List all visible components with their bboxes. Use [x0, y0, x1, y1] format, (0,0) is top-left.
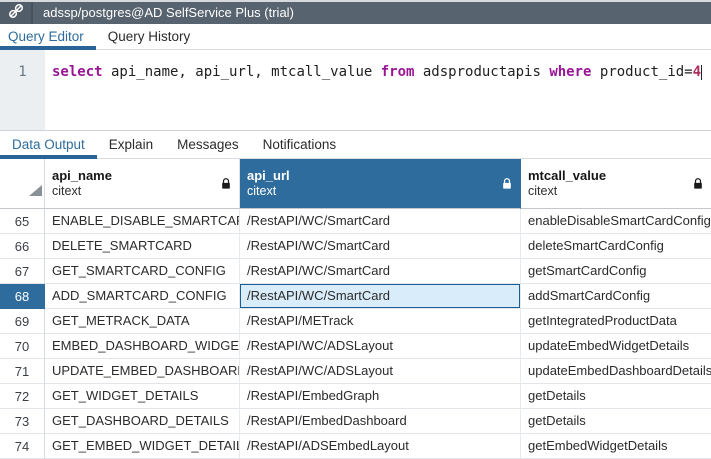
table-row: 66DELETE_SMARTCARD/RestAPI/WC/SmartCardd…	[0, 234, 711, 259]
row-number[interactable]: 67	[0, 259, 45, 284]
cell-api-name[interactable]: GET_SMARTCARD_CONFIG	[45, 259, 240, 284]
line-number-gutter: 1	[0, 50, 45, 130]
lock-icon	[693, 177, 703, 190]
cell-api-url[interactable]: /RestAPI/EmbedDashboard	[240, 409, 521, 434]
cell-mtcall-value[interactable]: getDetails	[521, 409, 711, 434]
table-row: 72GET_WIDGET_DETAILS/RestAPI/EmbedGraphg…	[0, 384, 711, 409]
cell-api-name[interactable]: EMBED_DASHBOARD_WIDGET	[45, 334, 240, 359]
select-all-corner[interactable]	[0, 159, 45, 209]
column-header-mtcall-value[interactable]: mtcall_valuecitext	[521, 159, 711, 209]
cell-mtcall-value[interactable]: addSmartCardConfig	[521, 284, 711, 309]
cell-api-url[interactable]: /RestAPI/WC/SmartCard	[240, 234, 521, 259]
grid-body: 65ENABLE_DISABLE_SMARTCARD/RestAPI/WC/Sm…	[0, 209, 711, 459]
tab-data-output[interactable]: Data Output	[0, 131, 97, 158]
table-row: 67GET_SMARTCARD_CONFIG/RestAPI/WC/SmartC…	[0, 259, 711, 284]
cell-api-url[interactable]: /RestAPI/WC/SmartCard	[240, 284, 521, 309]
disconnected-link-icon	[7, 2, 25, 25]
table-row: 68ADD_SMARTCARD_CONFIG/RestAPI/WC/SmartC…	[0, 284, 711, 309]
cell-api-url[interactable]: /RestAPI/WC/SmartCard	[240, 259, 521, 284]
column-type: citext	[528, 184, 606, 199]
results-grid: api_namecitextapi_urlcitextmtcall_valuec…	[0, 159, 711, 459]
tab-query-editor[interactable]: Query Editor	[0, 24, 96, 49]
row-number[interactable]: 74	[0, 434, 45, 459]
row-number[interactable]: 71	[0, 359, 45, 384]
cell-api-url[interactable]: /RestAPI/WC/ADSLayout	[240, 359, 521, 384]
row-number[interactable]: 66	[0, 234, 45, 259]
cell-api-name[interactable]: ENABLE_DISABLE_SMARTCARD	[45, 209, 240, 234]
lock-icon	[221, 177, 231, 190]
connection-title-bar: adssp/postgres@AD SelfService Plus (tria…	[0, 2, 711, 24]
cell-api-url[interactable]: /RestAPI/WC/SmartCard	[240, 209, 521, 234]
row-number[interactable]: 73	[0, 409, 45, 434]
cell-mtcall-value[interactable]: enableDisableSmartCardConfig	[521, 209, 711, 234]
cell-api-name[interactable]: GET_METRACK_DATA	[45, 309, 240, 334]
cell-mtcall-value[interactable]: getSmartCardConfig	[521, 259, 711, 284]
row-number[interactable]: 65	[0, 209, 45, 234]
query-tabs: Query EditorQuery History	[0, 24, 711, 50]
sql-editor[interactable]: 1 select api_name, api_url, mtcall_value…	[0, 50, 711, 131]
column-header-api-name[interactable]: api_namecitext	[45, 159, 240, 209]
row-number[interactable]: 70	[0, 334, 45, 359]
row-number[interactable]: 68	[0, 284, 45, 309]
table-row: 73GET_DASHBOARD_DETAILS/RestAPI/EmbedDas…	[0, 409, 711, 434]
tab-query-history[interactable]: Query History	[96, 24, 203, 49]
cell-mtcall-value[interactable]: getEmbedWidgetDetails	[521, 434, 711, 459]
row-number[interactable]: 69	[0, 309, 45, 334]
sql-tokens: select api_name, api_url, mtcall_value f…	[52, 64, 701, 80]
table-row: 71UPDATE_EMBED_DASHBOARD_D.../RestAPI/WC…	[0, 359, 711, 384]
cell-mtcall-value[interactable]: getIntegratedProductData	[521, 309, 711, 334]
column-name: api_url	[247, 168, 290, 184]
cell-api-url[interactable]: /RestAPI/WC/ADSLayout	[240, 334, 521, 359]
output-tabs: Data OutputExplainMessagesNotifications	[0, 131, 711, 159]
cell-api-name[interactable]: GET_DASHBOARD_DETAILS	[45, 409, 240, 434]
table-row: 70EMBED_DASHBOARD_WIDGET/RestAPI/WC/ADSL…	[0, 334, 711, 359]
connection-title: adssp/postgres@AD SelfService Plus (tria…	[43, 2, 294, 24]
tab-messages[interactable]: Messages	[165, 131, 251, 158]
cell-mtcall-value[interactable]: deleteSmartCardConfig	[521, 234, 711, 259]
column-header-api-url[interactable]: api_urlcitext	[240, 159, 521, 209]
cell-api-name[interactable]: DELETE_SMARTCARD	[45, 234, 240, 259]
line-number: 1	[18, 64, 26, 80]
cell-api-url[interactable]: /RestAPI/EmbedGraph	[240, 384, 521, 409]
cell-mtcall-value[interactable]: updateEmbedDashboardDetails	[521, 359, 711, 384]
cell-api-name[interactable]: GET_EMBED_WIDGET_DETAILS	[45, 434, 240, 459]
sql-query-line[interactable]: select api_name, api_url, mtcall_value f…	[45, 50, 711, 130]
cell-api-url[interactable]: /RestAPI/METrack	[240, 309, 521, 334]
cell-mtcall-value[interactable]: getDetails	[521, 384, 711, 409]
cell-mtcall-value[interactable]: updateEmbedWidgetDetails	[521, 334, 711, 359]
select-all-triangle-icon	[29, 183, 42, 201]
column-name: api_name	[52, 168, 112, 184]
tab-notifications[interactable]: Notifications	[251, 131, 349, 158]
row-number[interactable]: 72	[0, 384, 45, 409]
lock-icon	[502, 177, 512, 190]
cell-api-name[interactable]: UPDATE_EMBED_DASHBOARD_D...	[45, 359, 240, 384]
table-row: 65ENABLE_DISABLE_SMARTCARD/RestAPI/WC/Sm…	[0, 209, 711, 234]
connection-status-button[interactable]	[0, 2, 33, 24]
cell-api-name[interactable]: GET_WIDGET_DETAILS	[45, 384, 240, 409]
text-cursor	[701, 65, 702, 80]
column-type: citext	[52, 184, 112, 199]
grid-header-row: api_namecitextapi_urlcitextmtcall_valuec…	[0, 159, 711, 209]
column-name: mtcall_value	[528, 168, 606, 184]
table-row: 69GET_METRACK_DATA/RestAPI/METrackgetInt…	[0, 309, 711, 334]
cell-api-url[interactable]: /RestAPI/ADSEmbedLayout	[240, 434, 521, 459]
tab-explain[interactable]: Explain	[97, 131, 165, 158]
column-type: citext	[247, 184, 290, 199]
cell-api-name[interactable]: ADD_SMARTCARD_CONFIG	[45, 284, 240, 309]
table-row: 74GET_EMBED_WIDGET_DETAILS/RestAPI/ADSEm…	[0, 434, 711, 459]
